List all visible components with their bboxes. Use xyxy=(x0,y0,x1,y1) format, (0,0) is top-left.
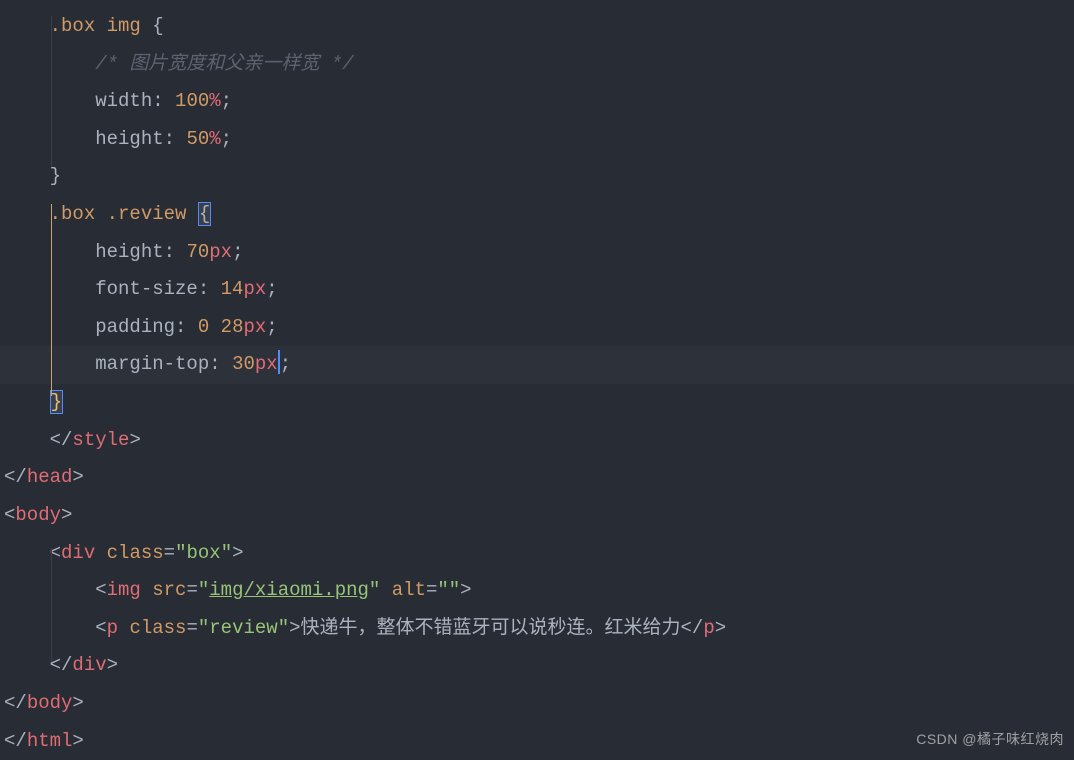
html-tag: div xyxy=(72,654,106,676)
css-property: height xyxy=(95,128,163,150)
html-tag: body xyxy=(27,692,73,714)
code-line[interactable]: height: 50%; xyxy=(0,121,1074,159)
css-selector: .review xyxy=(107,203,187,225)
brace-close: } xyxy=(50,165,61,187)
html-attr-value: review xyxy=(209,617,277,639)
code-editor[interactable]: .box img { /* 图片宽度和父亲一样宽 */ width: 100%;… xyxy=(0,0,1074,760)
css-property: width xyxy=(95,90,152,112)
code-line[interactable]: /* 图片宽度和父亲一样宽 */ xyxy=(0,46,1074,84)
html-attr-value: box xyxy=(186,542,220,564)
code-line[interactable]: font-size: 14px; xyxy=(0,271,1074,309)
css-value: 30 xyxy=(232,353,255,375)
css-property: height xyxy=(95,241,163,263)
code-line[interactable]: </style> xyxy=(0,422,1074,460)
css-selector: .box xyxy=(50,203,96,225)
code-line[interactable]: <p class="review">快递牛，整体不错蓝牙可以说秒连。红米给力</… xyxy=(0,610,1074,648)
code-line[interactable]: } xyxy=(0,158,1074,196)
css-value: 70 xyxy=(186,241,209,263)
brace-open-matched: { xyxy=(198,202,211,226)
css-selector: img xyxy=(107,15,141,37)
html-tag: img xyxy=(107,579,141,601)
html-attr: alt xyxy=(392,579,426,601)
code-line[interactable]: .box img { xyxy=(0,8,1074,46)
css-property: margin-top xyxy=(95,353,209,375)
html-tag: style xyxy=(72,429,129,451)
code-line[interactable]: } xyxy=(0,384,1074,422)
code-line[interactable]: </head> xyxy=(0,459,1074,497)
html-attr: src xyxy=(152,579,186,601)
css-value: 0 xyxy=(198,316,209,338)
css-value: 50 xyxy=(186,128,209,150)
html-tag: p xyxy=(107,617,118,639)
html-attr-value: img/xiaomi.png xyxy=(209,579,369,601)
code-line[interactable]: width: 100%; xyxy=(0,83,1074,121)
code-line[interactable]: <img src="img/xiaomi.png" alt=""> xyxy=(0,572,1074,610)
html-tag: div xyxy=(61,542,95,564)
indent-guide-active xyxy=(51,204,52,396)
code-line[interactable]: </body> xyxy=(0,685,1074,723)
html-tag: p xyxy=(703,617,714,639)
code-line[interactable]: padding: 0 28px; xyxy=(0,309,1074,347)
css-selector: .box xyxy=(50,15,96,37)
code-line[interactable]: </html> xyxy=(0,723,1074,760)
css-value: 28 xyxy=(221,316,244,338)
brace-open: { xyxy=(152,15,163,37)
watermark-text: CSDN @橘子味红烧肉 xyxy=(916,726,1064,754)
code-line[interactable]: </div> xyxy=(0,647,1074,685)
css-comment: /* 图片宽度和父亲一样宽 */ xyxy=(95,53,353,75)
html-attr: class xyxy=(107,542,164,564)
css-value: 14 xyxy=(221,278,244,300)
code-line[interactable]: .box .review { xyxy=(0,196,1074,234)
indent-guide xyxy=(51,16,52,166)
code-line[interactable]: <div class="box"> xyxy=(0,535,1074,573)
html-text: 快递牛，整体不错蓝牙可以说秒连。红米给力 xyxy=(301,617,681,639)
html-tag: body xyxy=(15,504,61,526)
css-property: padding xyxy=(95,316,175,338)
code-line[interactable]: height: 70px; xyxy=(0,234,1074,272)
html-attr: class xyxy=(129,617,186,639)
text-cursor xyxy=(278,350,280,374)
html-tag: head xyxy=(27,466,73,488)
code-line[interactable]: <body> xyxy=(0,497,1074,535)
code-line-active[interactable]: margin-top: 30px; xyxy=(0,346,1074,384)
css-value: 100 xyxy=(175,90,209,112)
indent-guide xyxy=(51,548,52,662)
css-property: font-size xyxy=(95,278,198,300)
html-tag: html xyxy=(27,730,73,752)
